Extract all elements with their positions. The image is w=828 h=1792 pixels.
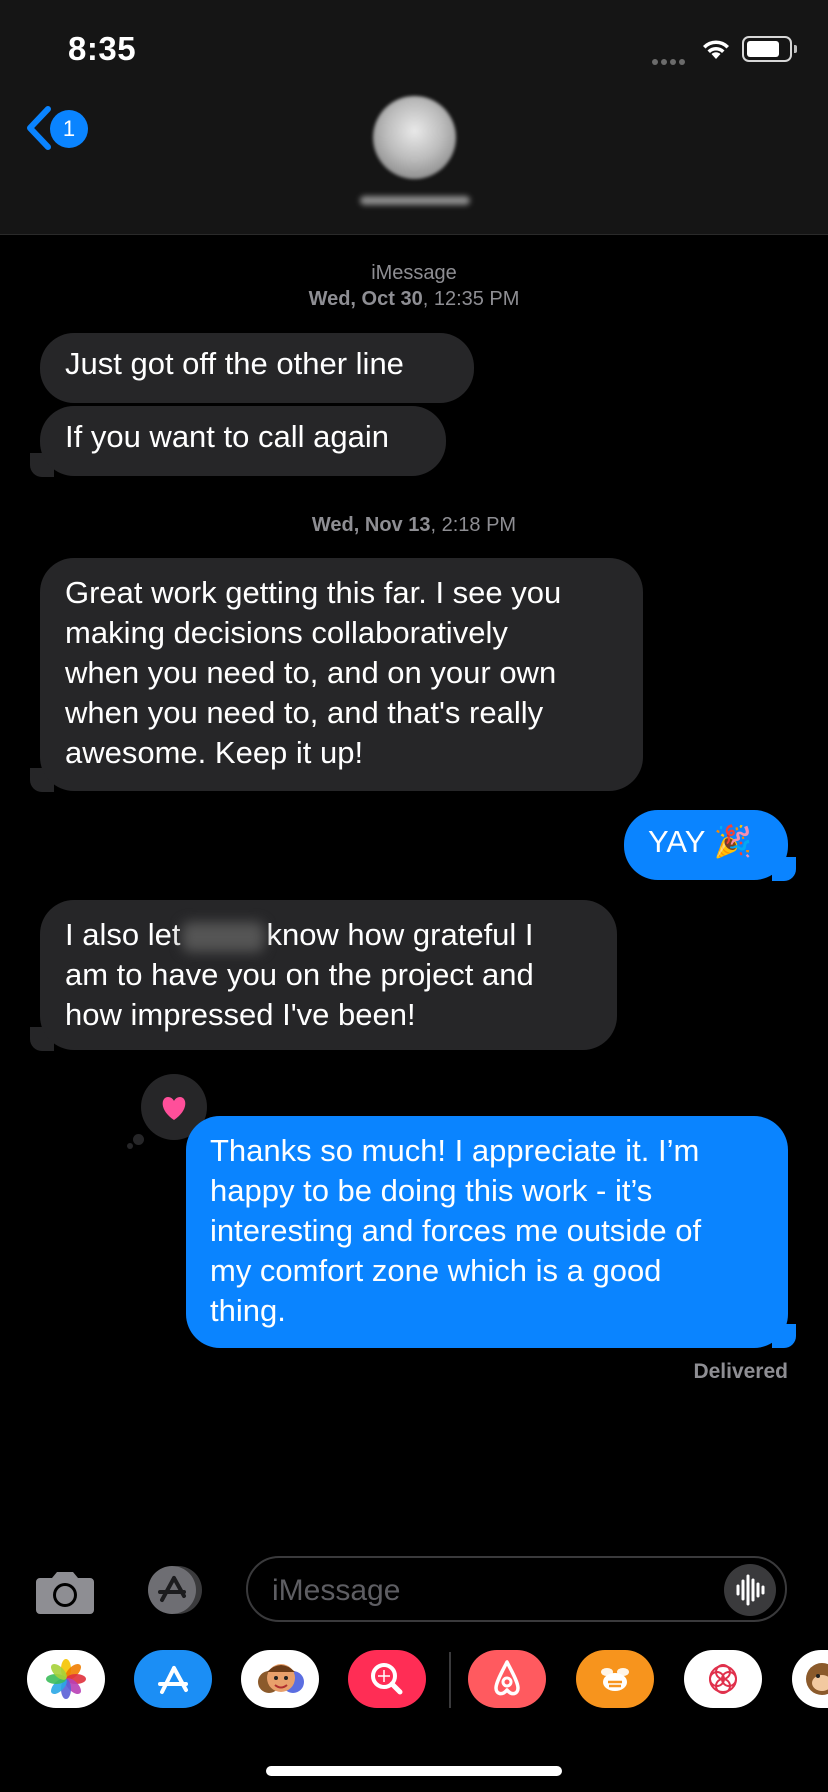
message-text: YAY xyxy=(648,824,705,859)
app-drawer xyxy=(0,1632,828,1732)
contact-avatar[interactable] xyxy=(373,96,456,179)
status-time: 8:35 xyxy=(68,30,137,67)
cellular-signal-icon xyxy=(652,52,688,70)
timestamp: Wed, Oct 30, 12:35 PM xyxy=(0,288,828,311)
message-bubble-incoming[interactable]: If you want to call again xyxy=(40,406,446,476)
delivery-status: Delivered xyxy=(693,1360,788,1383)
app-store-icon[interactable] xyxy=(140,1564,212,1616)
timestamp: Wed, Nov 13, 2:18 PM xyxy=(0,514,828,537)
message-line: thing. xyxy=(210,1293,286,1328)
home-indicator[interactable] xyxy=(266,1766,562,1776)
memoji-app-icon[interactable] xyxy=(241,1650,319,1708)
message-bubble-incoming[interactable]: Great work getting this far. I see you m… xyxy=(40,558,643,791)
message-line: am to have you on the project and xyxy=(65,957,534,992)
message-line: my comfort zone which is a good xyxy=(210,1253,662,1288)
message-line: how impressed I've been! xyxy=(65,997,416,1032)
compose-bar: iMessage xyxy=(0,1548,828,1628)
photos-app-icon[interactable] xyxy=(27,1650,105,1708)
redacted-name xyxy=(182,921,265,952)
camera-icon[interactable] xyxy=(34,1568,96,1616)
message-line: Great work getting this far. I see you xyxy=(65,575,562,610)
swarm-app-icon[interactable] xyxy=(576,1650,654,1708)
wifi-icon xyxy=(700,37,732,66)
airbnb-app-icon[interactable] xyxy=(468,1650,546,1708)
message-bubble-outgoing[interactable]: Thanks so much! I appreciate it. I’m hap… xyxy=(186,1116,788,1348)
message-text: Just got off the other line xyxy=(65,346,404,381)
message-line: when you need to, and that's really xyxy=(65,695,544,730)
message-line: I also let know how grateful I xyxy=(65,915,593,955)
back-chevron-icon[interactable] xyxy=(26,106,52,155)
message-bubble-incoming[interactable]: I also let know how grateful I am to have… xyxy=(40,900,617,1050)
flower-app-icon[interactable] xyxy=(684,1650,762,1708)
unread-count-badge[interactable]: 1 xyxy=(50,110,88,148)
timestamp-time: , 2:18 PM xyxy=(430,514,517,536)
app-store-app-icon[interactable] xyxy=(134,1650,212,1708)
status-bar: 8:35 xyxy=(0,0,828,100)
tapback-dot xyxy=(127,1143,133,1149)
timestamp-time: , 12:35 PM xyxy=(422,288,520,310)
message-input-placeholder: iMessage xyxy=(272,1574,401,1607)
contact-name[interactable] xyxy=(360,196,470,205)
message-text: know how grateful I xyxy=(266,917,534,952)
images-search-app-icon[interactable] xyxy=(348,1650,426,1708)
timestamp-day: Wed, Nov 13 xyxy=(311,514,431,536)
message-line: happy to be doing this work - it’s xyxy=(210,1173,653,1208)
message-bubble-outgoing[interactable]: YAY 🎉 xyxy=(624,810,788,880)
message-line: making decisions collaboratively xyxy=(65,615,508,650)
service-label: iMessage xyxy=(371,262,457,284)
message-line: Thanks so much! I appreciate it. I’m xyxy=(210,1133,700,1168)
message-line: interesting and forces me outside of xyxy=(210,1213,702,1248)
battery-icon xyxy=(742,36,797,62)
message-line: awesome. Keep it up! xyxy=(65,735,364,770)
message-text: I also let xyxy=(65,917,181,952)
message-bubble-incoming[interactable]: Just got off the other line xyxy=(40,333,474,403)
drawer-divider xyxy=(449,1652,451,1708)
message-line: when you need to, and on your own xyxy=(65,655,557,690)
monkey-app-icon[interactable] xyxy=(792,1650,828,1708)
party-popper-emoji: 🎉 xyxy=(713,824,753,859)
message-text: If you want to call again xyxy=(65,419,389,454)
timestamp-day: Wed, Oct 30 xyxy=(308,288,423,310)
audio-waveform-icon[interactable] xyxy=(724,1564,776,1616)
